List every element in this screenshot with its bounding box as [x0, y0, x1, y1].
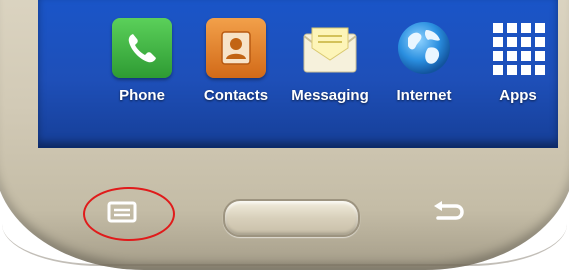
- app-phone[interactable]: Phone: [100, 18, 184, 118]
- contacts-icon[interactable]: [206, 18, 266, 78]
- app-contacts[interactable]: Contacts: [194, 18, 278, 118]
- globe-icon[interactable]: [394, 18, 454, 78]
- app-dock: Phone Contacts Messaging Internet Apps: [100, 18, 560, 118]
- phone-icon[interactable]: [112, 18, 172, 78]
- app-apps[interactable]: Apps: [476, 18, 560, 118]
- back-arrow-icon[interactable]: [430, 200, 464, 224]
- app-label-messaging: Messaging: [291, 87, 369, 104]
- app-internet[interactable]: Internet: [382, 18, 466, 118]
- app-label-phone: Phone: [119, 87, 165, 104]
- app-label-apps: Apps: [499, 87, 537, 104]
- home-button[interactable]: [223, 199, 360, 237]
- app-messaging[interactable]: Messaging: [288, 18, 372, 118]
- app-label-contacts: Contacts: [203, 87, 269, 104]
- menu-key-icon[interactable]: [107, 201, 137, 223]
- apps-grid-icon[interactable]: [488, 18, 548, 78]
- home-screen: Phone Contacts Messaging Internet Apps: [38, 0, 558, 148]
- envelope-icon[interactable]: [300, 18, 360, 78]
- app-label-internet: Internet: [396, 87, 452, 104]
